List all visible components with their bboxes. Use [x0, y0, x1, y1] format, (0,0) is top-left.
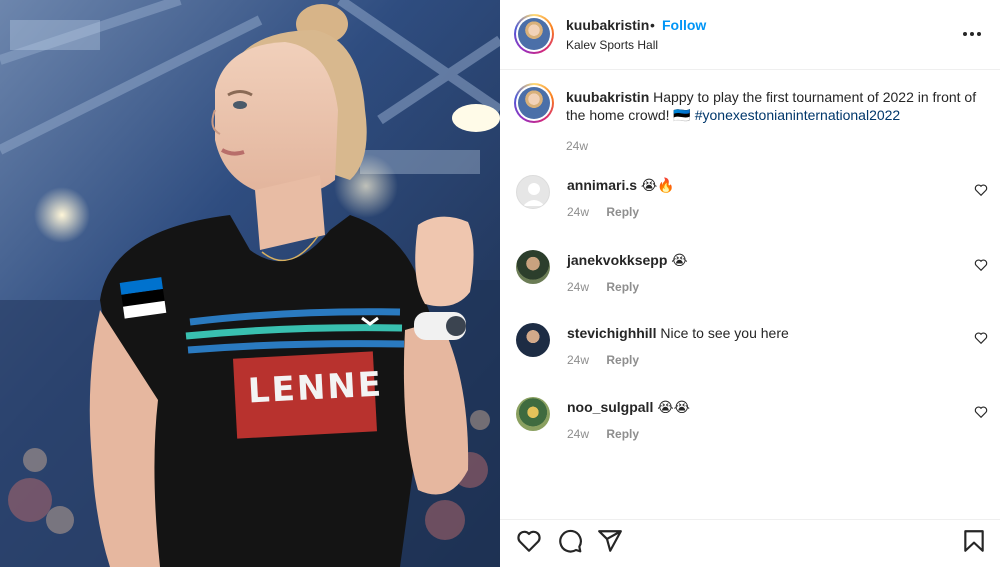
more-options-icon[interactable] — [962, 24, 982, 44]
caption-hashtag[interactable]: #yonexestonianinternational2022 — [695, 107, 901, 123]
comment-avatar[interactable] — [516, 250, 550, 284]
comment-time: 24w — [567, 353, 590, 367]
post-action-bar — [500, 519, 1000, 567]
bookmark-icon[interactable] — [961, 528, 987, 554]
comment-time: 24w — [567, 205, 590, 219]
author-avatar[interactable] — [514, 14, 554, 54]
athlete-photo-illustration — [0, 0, 500, 567]
comment-avatar[interactable] — [516, 397, 550, 431]
comment-item: annimari.s 😭🔥 24w Reply — [500, 175, 1000, 245]
shirt-logo-text: LENNE — [247, 364, 384, 412]
follow-button[interactable]: Follow — [662, 17, 706, 33]
paper-plane-icon[interactable] — [597, 528, 623, 554]
heart-icon[interactable] — [974, 183, 988, 197]
comment-text: 😭😭 — [657, 399, 690, 415]
comment-item: janekvokksepp 😭 24w Reply — [500, 250, 1000, 320]
reply-button[interactable]: Reply — [606, 427, 639, 441]
reply-button[interactable]: Reply — [606, 280, 639, 294]
heart-icon[interactable] — [516, 528, 542, 554]
comment-text: 😭🔥 — [640, 177, 675, 193]
heart-icon[interactable] — [974, 331, 988, 345]
comment-username[interactable]: janekvokksepp — [567, 252, 667, 268]
comment-username[interactable]: annimari.s — [567, 177, 637, 193]
comment-username[interactable]: stevichighhill — [567, 325, 656, 341]
post-details-panel: kuubakristin • Follow Kalev Sports Hall … — [500, 0, 1000, 567]
reply-button[interactable]: Reply — [606, 353, 639, 367]
caption-avatar[interactable] — [514, 83, 554, 123]
comment-text: 😭 — [671, 252, 688, 268]
comment-item: noo_sulgpall 😭😭 24w Reply — [500, 397, 1000, 467]
comment-icon[interactable] — [557, 528, 583, 554]
comment-time: 24w — [567, 280, 590, 294]
heart-icon[interactable] — [974, 258, 988, 272]
reply-button[interactable]: Reply — [606, 205, 639, 219]
post-location[interactable]: Kalev Sports Hall — [566, 38, 658, 52]
comment-avatar[interactable] — [516, 175, 550, 209]
comment-avatar[interactable] — [516, 323, 550, 357]
caption-text-block: kuubakristin Happy to play the first tou… — [566, 88, 986, 124]
caption-username[interactable]: kuubakristin — [566, 89, 649, 105]
post-header: kuubakristin • Follow Kalev Sports Hall — [500, 0, 1000, 70]
comment-time: 24w — [567, 427, 590, 441]
post-photo[interactable]: LENNE — [0, 0, 500, 567]
caption-timestamp: 24w — [566, 139, 589, 153]
author-username[interactable]: kuubakristin — [566, 17, 649, 33]
separator-dot: • — [650, 17, 655, 33]
default-avatar-icon — [523, 183, 545, 206]
heart-icon[interactable] — [974, 405, 988, 419]
comment-text: Nice to see you here — [660, 325, 789, 341]
comment-item: stevichighhill Nice to see you here 24w … — [500, 323, 1000, 393]
comment-username[interactable]: noo_sulgpall — [567, 399, 653, 415]
